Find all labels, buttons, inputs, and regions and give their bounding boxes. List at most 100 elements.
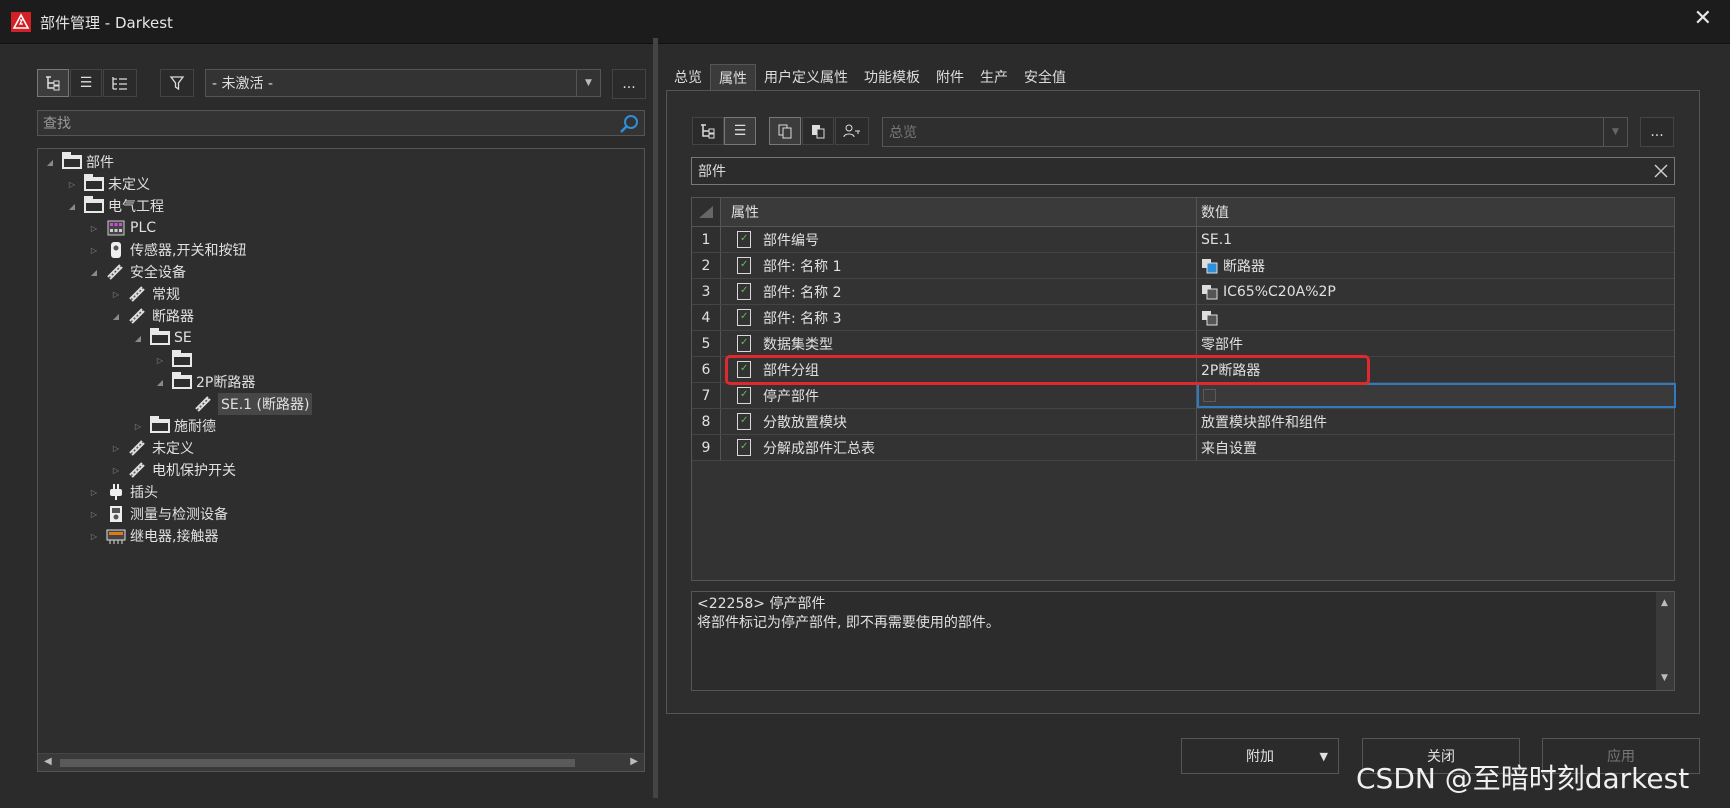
chevron-down-icon[interactable]: ▼ bbox=[1603, 118, 1627, 146]
filter-combo[interactable]: - 未激活 - ▼ bbox=[205, 69, 601, 97]
tree-node[interactable]: ◢ 安全设备 bbox=[88, 261, 186, 283]
tree-collapsed-icon[interactable]: ▷ bbox=[88, 246, 100, 255]
table-row-selected[interactable]: 7 停产部件 bbox=[692, 383, 1676, 409]
property-value[interactable]: 零部件 bbox=[1197, 331, 1676, 356]
clear-icon[interactable] bbox=[1654, 164, 1668, 178]
tree-node[interactable]: ▷ 继电器,接触器 bbox=[88, 525, 219, 547]
tree-node[interactable]: ▷ 传感器,开关和按钮 bbox=[88, 239, 246, 261]
safety-device-icon bbox=[128, 285, 148, 303]
tree-node[interactable]: ▷ 施耐德 bbox=[132, 415, 216, 437]
tab-function-template[interactable]: 功能模板 bbox=[856, 64, 928, 90]
list-view-button[interactable]: ☰ bbox=[70, 69, 102, 97]
property-value[interactable]: 2P断路器 bbox=[1197, 357, 1676, 382]
chevron-down-icon[interactable]: ▼ bbox=[1320, 750, 1328, 763]
property-value[interactable]: SE.1 bbox=[1197, 227, 1676, 252]
tree-expanded-icon[interactable]: ◢ bbox=[66, 202, 78, 211]
discontinued-checkbox[interactable] bbox=[1203, 389, 1216, 402]
tree-node[interactable]: ▷ 未定义 bbox=[66, 173, 150, 195]
property-value-text: IC65%C20A%2P bbox=[1223, 283, 1336, 300]
table-row[interactable]: 1 部件编号 SE.1 bbox=[692, 227, 1674, 253]
filter-button[interactable] bbox=[160, 69, 194, 97]
tree-node[interactable]: ◢ 2P断路器 bbox=[154, 371, 255, 393]
scroll-up-icon[interactable]: ▲ bbox=[1661, 594, 1668, 613]
tree-expanded-icon[interactable]: ◢ bbox=[132, 334, 144, 343]
tab-safety-values[interactable]: 安全值 bbox=[1016, 64, 1074, 90]
header-value[interactable]: 数值 bbox=[1197, 198, 1676, 226]
close-window-icon[interactable]: ✕ bbox=[1694, 6, 1712, 31]
detail-view-button[interactable] bbox=[103, 69, 137, 97]
tree-node[interactable]: ▷ 未定义 bbox=[110, 437, 194, 459]
table-row[interactable]: 9 分解成部件汇总表 来自设置 bbox=[692, 435, 1674, 461]
tree-node-label: 部件 bbox=[86, 155, 114, 171]
tab-properties[interactable]: 属性 bbox=[710, 64, 756, 90]
tree-collapsed-icon[interactable]: ▷ bbox=[88, 532, 100, 541]
tree-collapsed-icon[interactable]: ▷ bbox=[110, 466, 122, 475]
scrollbar-thumb[interactable] bbox=[60, 759, 575, 767]
table-row[interactable]: 3 部件: 名称 2 IC65%C20A%2P bbox=[692, 279, 1674, 305]
chevron-down-icon[interactable]: ▼ bbox=[576, 70, 600, 96]
section-field[interactable]: 部件 bbox=[691, 157, 1675, 185]
tree-expanded-icon[interactable]: ◢ bbox=[88, 268, 100, 277]
horizontal-scrollbar[interactable]: ◀ ▶ bbox=[38, 753, 644, 771]
property-value[interactable]: 来自设置 bbox=[1197, 435, 1676, 460]
header-property[interactable]: 属性 bbox=[721, 198, 1197, 226]
plug-icon bbox=[106, 483, 126, 501]
paste-button[interactable] bbox=[802, 117, 834, 145]
tree-node[interactable]: ▷ 测量与检测设备 bbox=[88, 503, 228, 525]
tree-collapsed-icon[interactable]: ▷ bbox=[132, 422, 144, 431]
tree-collapsed-icon[interactable]: ▷ bbox=[88, 510, 100, 519]
tree-collapsed-icon[interactable]: ▷ bbox=[66, 180, 78, 189]
search-input[interactable]: 查找 bbox=[37, 110, 645, 136]
tree-expanded-icon[interactable]: ◢ bbox=[44, 158, 56, 167]
table-row[interactable]: 2 部件: 名称 1 断路器 bbox=[692, 253, 1674, 279]
tab-attachments[interactable]: 附件 bbox=[928, 64, 972, 90]
property-grid[interactable]: 属性 数值 1 部件编号 SE.1 2 部件: 名称 1 断路器 3 部件: 名… bbox=[691, 197, 1676, 581]
view-combo[interactable]: 总览 ▼ bbox=[882, 117, 1628, 147]
vertical-scrollbar[interactable]: ▲ ▼ bbox=[1656, 592, 1674, 690]
tree-node[interactable]: ▷ bbox=[154, 349, 196, 371]
tab-production[interactable]: 生产 bbox=[972, 64, 1016, 90]
table-row[interactable]: 6 部件分组 2P断路器 bbox=[692, 357, 1674, 383]
property-value[interactable]: 放置模块部件和组件 bbox=[1197, 409, 1676, 434]
tree-expanded-icon[interactable]: ◢ bbox=[110, 312, 122, 321]
tree-collapsed-icon[interactable]: ▷ bbox=[110, 444, 122, 453]
tree-node[interactable]: ◢ 电气工程 bbox=[66, 195, 164, 217]
scroll-right-icon[interactable]: ▶ bbox=[630, 756, 638, 767]
tree-view-button[interactable] bbox=[37, 69, 69, 97]
tab-user-defined[interactable]: 用户定义属性 bbox=[756, 64, 856, 90]
table-row[interactable]: 8 分散放置模块 放置模块部件和组件 bbox=[692, 409, 1674, 435]
property-value[interactable] bbox=[1197, 383, 1676, 408]
user-key-button[interactable] bbox=[835, 117, 869, 145]
attach-button[interactable]: 附加 ▼ bbox=[1181, 738, 1339, 774]
part-tree[interactable]: ◢ 部件 ▷ 未定义 ◢ 电气工程 ▷ PLC ▷ 传感器,开关和按钮 ◢ 安全设备 ▷ 常规… bbox=[37, 148, 645, 772]
list-view-button[interactable]: ☰ bbox=[724, 117, 756, 145]
scroll-left-icon[interactable]: ◀ bbox=[44, 756, 52, 767]
panel-splitter[interactable] bbox=[653, 38, 658, 798]
view-more-button[interactable]: ... bbox=[1640, 117, 1674, 147]
tree-node[interactable]: ▷ 插头 bbox=[88, 481, 158, 503]
tree-node[interactable]: ◢ 部件 bbox=[44, 151, 114, 173]
tree-collapsed-icon[interactable]: ▷ bbox=[88, 224, 100, 233]
tree-view-button[interactable] bbox=[692, 117, 724, 145]
copy-button[interactable] bbox=[769, 117, 801, 145]
tree-collapsed-icon[interactable]: ▷ bbox=[154, 356, 166, 365]
tree-collapsed-icon[interactable]: ▷ bbox=[110, 290, 122, 299]
filter-more-button[interactable]: ... bbox=[612, 69, 646, 99]
tree-node[interactable]: ▷ PLC bbox=[88, 217, 156, 239]
table-row[interactable]: 5 数据集类型 零部件 bbox=[692, 331, 1674, 357]
scroll-down-icon[interactable]: ▼ bbox=[1661, 669, 1668, 688]
tree-node[interactable]: ◢ SE bbox=[132, 327, 192, 349]
tree-node[interactable]: ▷ 常规 bbox=[110, 283, 180, 305]
grid-corner[interactable] bbox=[692, 198, 721, 226]
property-value[interactable]: 断路器 bbox=[1197, 253, 1676, 278]
tree-node-selected[interactable]: SE.1 (断路器) bbox=[176, 393, 313, 415]
search-icon[interactable] bbox=[618, 113, 640, 135]
tree-expanded-icon[interactable]: ◢ bbox=[154, 378, 166, 387]
tree-node[interactable]: ▷ 电机保护开关 bbox=[110, 459, 236, 481]
tree-collapsed-icon[interactable]: ▷ bbox=[88, 488, 100, 497]
property-value[interactable] bbox=[1197, 305, 1676, 330]
table-row[interactable]: 4 部件: 名称 3 bbox=[692, 305, 1674, 331]
property-value[interactable]: IC65%C20A%2P bbox=[1197, 279, 1676, 304]
tree-node[interactable]: ◢ 断路器 bbox=[110, 305, 194, 327]
tab-overview[interactable]: 总览 bbox=[666, 64, 710, 90]
